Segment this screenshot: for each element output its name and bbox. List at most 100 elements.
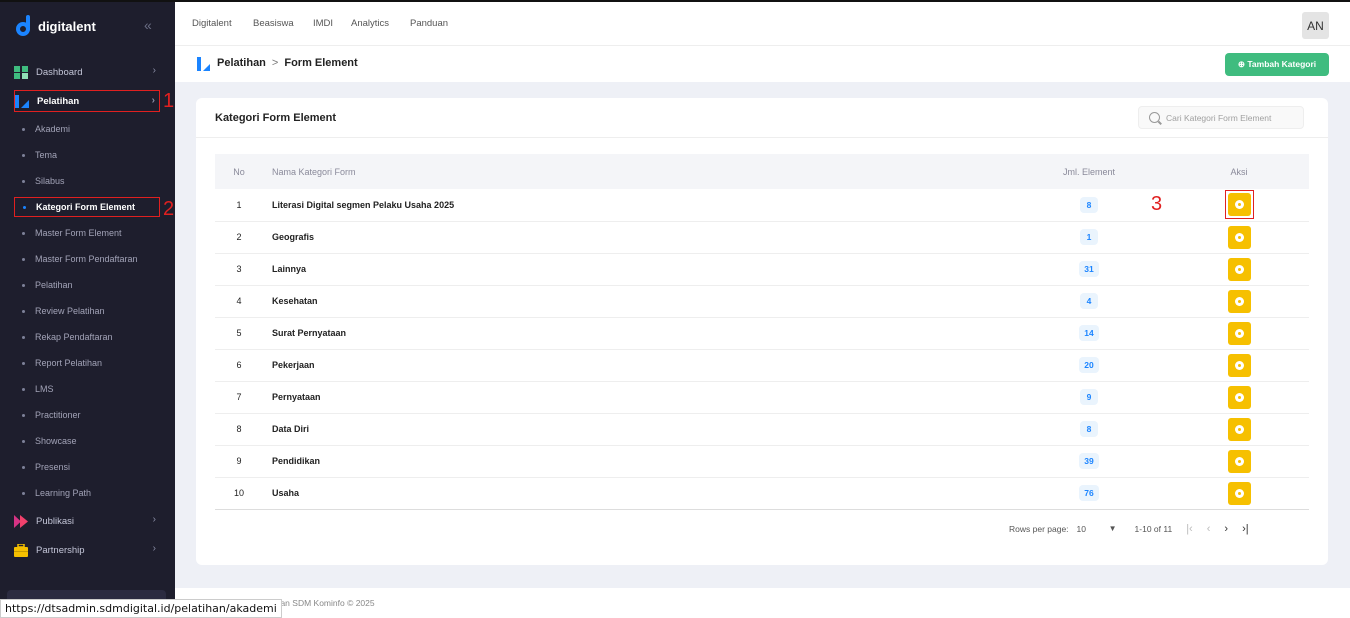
- gear-icon: [1234, 360, 1244, 370]
- sidebar-sub-label: LMS: [35, 384, 54, 394]
- gear-icon: [1234, 424, 1244, 434]
- settings-button[interactable]: [1227, 417, 1251, 441]
- table-row: 4 Kesehatan 4: [215, 285, 1309, 317]
- tambah-kategori-button[interactable]: ⊕ Tambah Kategori: [1225, 53, 1329, 76]
- cell-aksi: [1169, 253, 1309, 285]
- sidebar-sub-lms[interactable]: LMS: [22, 379, 162, 399]
- settings-button[interactable]: [1227, 449, 1251, 473]
- pelatihan-icon: [15, 94, 29, 108]
- sidebar-sub-showcase[interactable]: Showcase: [22, 431, 162, 451]
- sidebar-sub-label: Rekap Pendaftaran: [35, 332, 113, 342]
- prev-page-icon[interactable]: ‹: [1207, 523, 1211, 535]
- pagination: Rows per page: 10 ▼ 1-10 of 11 |‹ ‹ › ›|: [1009, 523, 1249, 535]
- sidebar-sub-pelatihan[interactable]: Pelatihan: [22, 275, 162, 295]
- sidebar-item-publikasi[interactable]: Publikasi ›: [14, 510, 160, 532]
- browser-status-url: https://dtsadmin.sdmdigital.id/pelatihan…: [0, 599, 282, 618]
- table-row: 2 Geografis 1: [215, 221, 1309, 253]
- sidebar-sub-tema[interactable]: Tema: [22, 145, 162, 165]
- gear-icon: [1234, 488, 1244, 498]
- kategori-card: Kategori Form Element No Nama Kategori F…: [196, 98, 1328, 565]
- cell-jml: 1: [1009, 221, 1169, 253]
- table-row: 3 Lainnya 31: [215, 253, 1309, 285]
- avatar[interactable]: AN: [1302, 12, 1329, 39]
- settings-highlight: [1224, 190, 1254, 220]
- sidebar-sub-practitioner[interactable]: Practitioner: [22, 405, 162, 425]
- next-page-icon[interactable]: ›: [1224, 523, 1228, 535]
- sidebar-sub-akademi[interactable]: Akademi: [22, 119, 162, 139]
- first-page-icon[interactable]: |‹: [1186, 523, 1193, 535]
- sidebar-item-dashboard[interactable]: Dashboard ›: [14, 61, 160, 83]
- gear-icon: [1234, 232, 1244, 242]
- bullet-icon: [22, 387, 25, 391]
- settings-button[interactable]: [1227, 353, 1251, 377]
- topnav-beasiswa[interactable]: Beasiswa: [253, 18, 294, 29]
- annotation-3: 3: [1151, 193, 1163, 215]
- table-bottom-divider: [215, 509, 1309, 510]
- topnav-digitalent[interactable]: Digitalent: [192, 18, 232, 29]
- gear-icon: [1234, 264, 1244, 274]
- sidebar-sub-silabus[interactable]: Silabus: [22, 171, 162, 191]
- search-input[interactable]: [1166, 112, 1296, 123]
- search-box[interactable]: [1138, 106, 1304, 129]
- sidebar-item-partnership[interactable]: Partnership ›: [14, 539, 160, 561]
- topnav-panduan[interactable]: Panduan: [410, 18, 448, 29]
- cell-aksi: 3: [1151, 189, 1309, 221]
- count-badge: 31: [1079, 261, 1099, 277]
- settings-button[interactable]: [1227, 385, 1251, 409]
- settings-button[interactable]: [1227, 289, 1251, 313]
- settings-button[interactable]: [1227, 193, 1251, 217]
- cell-jml: 39: [1009, 445, 1169, 477]
- sidebar-sub-presensi[interactable]: Presensi: [22, 457, 162, 477]
- count-badge: 8: [1080, 196, 1098, 213]
- count-badge: 76: [1079, 485, 1099, 501]
- collapse-sidebar-icon[interactable]: «: [144, 17, 152, 33]
- briefcase-icon: [14, 542, 28, 557]
- kategori-table: No Nama Kategori Form Jml. Element Aksi …: [215, 154, 1309, 510]
- bullet-icon: [22, 283, 25, 287]
- sidebar-sub-master-form-element[interactable]: Master Form Element: [22, 223, 162, 243]
- settings-button[interactable]: [1227, 225, 1251, 249]
- sidebar-sub-learning-path[interactable]: Learning Path: [22, 483, 162, 503]
- logo[interactable]: digitalent: [16, 14, 96, 38]
- sidebar-item-pelatihan[interactable]: Pelatihan ›: [14, 90, 160, 112]
- bullet-icon: [22, 439, 25, 443]
- cell-no: 1: [236, 199, 242, 210]
- sidebar-sub-rekap-pendaftaran[interactable]: Rekap Pendaftaran: [22, 327, 162, 347]
- cell-name: Usaha: [272, 488, 300, 498]
- cell-jml: 76: [1009, 477, 1169, 509]
- sidebar-item-label: Publikasi: [36, 515, 75, 527]
- table-row: 8 Data Diri 8: [215, 413, 1309, 445]
- sidebar-item-label: Dashboard: [36, 66, 83, 78]
- sidebar-sub-review-pelatihan[interactable]: Review Pelatihan: [22, 301, 162, 321]
- cell-jml: 20: [1009, 349, 1169, 381]
- bullet-icon: [22, 257, 25, 261]
- cell-jml: 8: [1009, 189, 1169, 221]
- sidebar-sub-report-pelatihan[interactable]: Report Pelatihan: [22, 353, 162, 373]
- header-jml: Jml. Element: [1062, 166, 1115, 177]
- rows-per-page-select[interactable]: 10 ▼: [1077, 524, 1117, 534]
- settings-button[interactable]: [1227, 257, 1251, 281]
- cell-no: 5: [236, 328, 242, 338]
- bullet-icon: [22, 491, 25, 495]
- chevron-right-icon: ›: [152, 65, 156, 76]
- settings-button[interactable]: [1227, 481, 1251, 505]
- bullet-icon: [22, 153, 25, 157]
- last-page-icon[interactable]: ›|: [1242, 523, 1249, 535]
- table-row: 9 Pendidikan 39: [215, 445, 1309, 477]
- sidebar-sub-label: Review Pelatihan: [35, 306, 105, 316]
- table-row: 10 Usaha 76: [215, 477, 1309, 509]
- sidebar-sub-label: Kategori Form Element: [36, 202, 136, 212]
- count-badge: 20: [1079, 357, 1099, 373]
- settings-button[interactable]: [1227, 321, 1251, 345]
- sidebar-sub-kategori-form-element[interactable]: Kategori Form Element: [14, 197, 160, 217]
- sidebar-sub-label: Report Pelatihan: [35, 358, 103, 368]
- topnav-imdi[interactable]: IMDI: [313, 18, 333, 29]
- topnav-analytics[interactable]: Analytics: [351, 18, 389, 29]
- table-row: 1 Literasi Digital segmen Pelaku Usaha 2…: [215, 189, 1309, 221]
- cell-aksi: [1169, 445, 1309, 477]
- breadcrumb-parent[interactable]: Pelatihan: [217, 57, 266, 69]
- sidebar-sub-master-form-pendaftaran[interactable]: Master Form Pendaftaran: [22, 249, 162, 269]
- bullet-icon: [22, 127, 25, 131]
- page-range: 1-10 of 11: [1134, 524, 1173, 534]
- cell-name: Pekerjaan: [272, 360, 315, 370]
